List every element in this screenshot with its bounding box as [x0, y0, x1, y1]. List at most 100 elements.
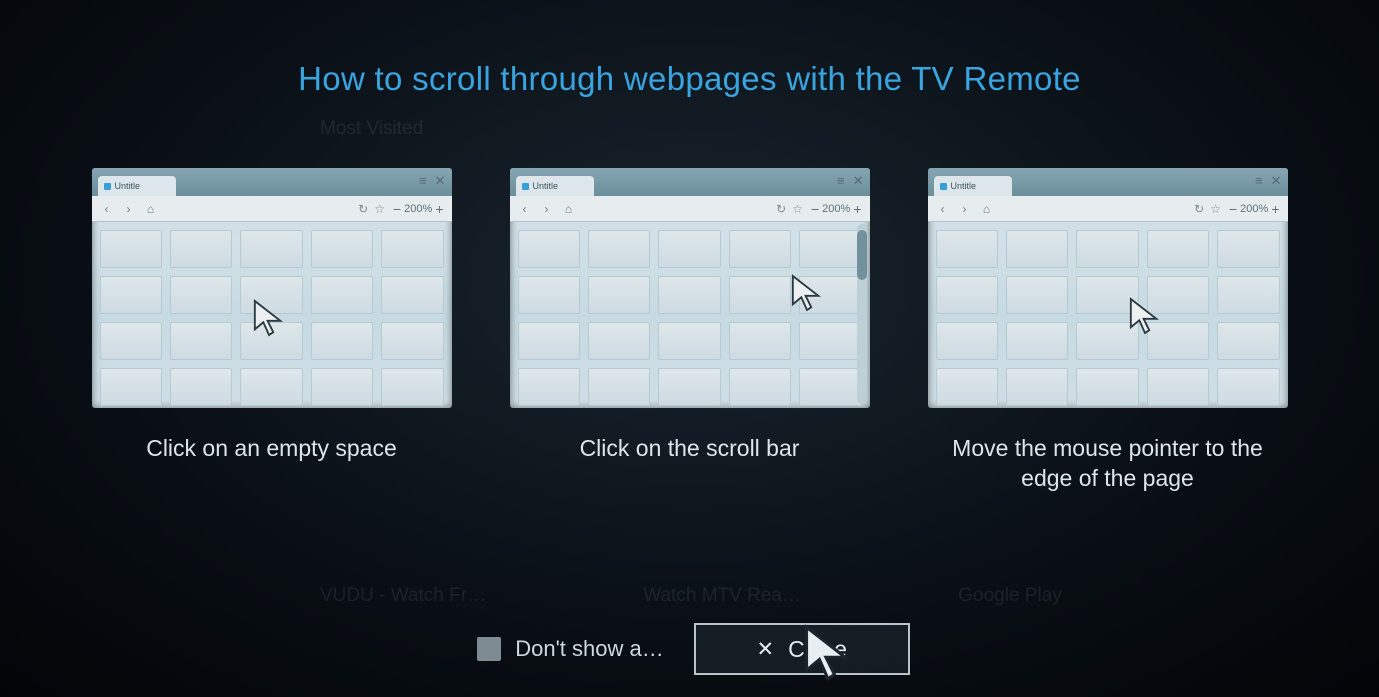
zoom-controls: − 200% +: [811, 201, 862, 217]
content-tile: [1147, 230, 1209, 268]
window-controls: ≡ ✕: [837, 173, 864, 189]
back-icon: ‹: [518, 202, 532, 216]
browser-preview: Untitle ≡ ✕ ‹ › ⌂ ↻ ☆: [92, 168, 452, 408]
close-button[interactable]: ✕ Close: [694, 623, 910, 675]
browser-preview: Untitle ≡ ✕ ‹ › ⌂ ↻ ☆: [510, 168, 870, 408]
content-tile: [381, 368, 443, 406]
home-icon: ⌂: [980, 202, 994, 216]
zoom-level: 200%: [1240, 203, 1268, 215]
content-tile: [1217, 276, 1279, 314]
content-tile: [799, 368, 861, 406]
dont-show-again-checkbox[interactable]: Don't show a…: [469, 623, 672, 675]
content-tile: [936, 230, 998, 268]
instruction-cards: Untitle ≡ ✕ ‹ › ⌂ ↻ ☆: [0, 168, 1379, 494]
content-tile: [381, 230, 443, 268]
content-tile: [240, 368, 302, 406]
tab-title: Untitle: [951, 181, 977, 191]
close-icon: ✕: [757, 637, 775, 662]
home-icon: ⌂: [562, 202, 576, 216]
zoom-out-icon: −: [393, 201, 401, 217]
content-tile: [1147, 322, 1209, 360]
content-tile: [311, 322, 373, 360]
back-icon: ‹: [100, 202, 114, 216]
checkbox-box-icon: [477, 637, 501, 661]
card-caption: Click on an empty space: [146, 434, 397, 464]
content-tile: [1076, 276, 1138, 314]
content-tile: [1006, 276, 1068, 314]
zoom-in-icon: +: [853, 201, 861, 217]
content-tile: [1217, 368, 1279, 406]
favicon-icon: [104, 183, 111, 190]
content-tile: [936, 322, 998, 360]
content-tile: [799, 276, 861, 314]
browser-toolbar: ‹ › ⌂ ↻ ☆ − 200% +: [92, 196, 452, 222]
browser-content: [92, 222, 452, 408]
zoom-out-icon: −: [811, 201, 819, 217]
browser-content: [928, 222, 1288, 408]
refresh-icon: ↻: [776, 202, 786, 216]
home-icon: ⌂: [144, 202, 158, 216]
zoom-controls: − 200% +: [1229, 201, 1280, 217]
browser-tab: Untitle: [934, 176, 1012, 196]
content-tile: [240, 230, 302, 268]
browser-toolbar: ‹ › ⌂ ↻ ☆ − 200% +: [510, 196, 870, 222]
content-tile: [100, 230, 162, 268]
window-controls: ≡ ✕: [1255, 173, 1282, 189]
content-tile: [588, 322, 650, 360]
tab-title: Untitle: [533, 181, 559, 191]
content-tile: [1076, 322, 1138, 360]
content-tile: [729, 276, 791, 314]
content-tile: [100, 368, 162, 406]
content-tile: [936, 276, 998, 314]
star-icon: ☆: [1210, 202, 1221, 216]
menu-icon: ≡: [837, 173, 845, 189]
content-tile: [1006, 322, 1068, 360]
content-tile: [518, 322, 580, 360]
content-tile: [518, 276, 580, 314]
menu-icon: ≡: [1255, 173, 1263, 189]
card-edge: Untitle ≡ ✕ ‹ › ⌂ ↻ ☆: [928, 168, 1288, 494]
card-caption: Move the mouse pointer to the edge of th…: [938, 434, 1278, 494]
content-tile: [658, 230, 720, 268]
tab-strip: Untitle ≡ ✕: [92, 168, 452, 196]
browser-tab: Untitle: [98, 176, 176, 196]
tab-strip: Untitle ≡ ✕: [510, 168, 870, 196]
content-tile: [311, 230, 373, 268]
content-tile: [311, 276, 373, 314]
content-tile: [1217, 322, 1279, 360]
content-tile: [170, 322, 232, 360]
dont-show-label: Don't show a…: [515, 636, 664, 662]
content-tile: [240, 322, 302, 360]
browser-content: [510, 222, 870, 408]
content-tile: [311, 368, 373, 406]
forward-icon: ›: [122, 202, 136, 216]
content-tile: [1217, 230, 1279, 268]
content-tile: [658, 322, 720, 360]
tab-strip: Untitle ≡ ✕: [928, 168, 1288, 196]
help-dialog: How to scroll through webpages with the …: [0, 0, 1379, 697]
content-tile: [1006, 368, 1068, 406]
content-tile: [729, 230, 791, 268]
content-tile: [588, 368, 650, 406]
refresh-icon: ↻: [1194, 202, 1204, 216]
star-icon: ☆: [792, 202, 803, 216]
content-tile: [170, 276, 232, 314]
zoom-controls: − 200% +: [393, 201, 444, 217]
content-tile: [1076, 368, 1138, 406]
content-tile: [936, 368, 998, 406]
window-controls: ≡ ✕: [419, 173, 446, 189]
content-tile: [1147, 276, 1209, 314]
content-tile: [729, 368, 791, 406]
content-tile: [381, 322, 443, 360]
menu-icon: ≡: [419, 173, 427, 189]
content-tile: [381, 276, 443, 314]
content-tile: [1147, 368, 1209, 406]
zoom-in-icon: +: [435, 201, 443, 217]
card-empty-space: Untitle ≡ ✕ ‹ › ⌂ ↻ ☆: [92, 168, 452, 494]
content-tile: [100, 322, 162, 360]
close-window-icon: ✕: [853, 173, 864, 189]
card-caption: Click on the scroll bar: [580, 434, 800, 464]
content-tile: [658, 368, 720, 406]
close-label: Close: [788, 636, 847, 663]
content-tile: [518, 368, 580, 406]
